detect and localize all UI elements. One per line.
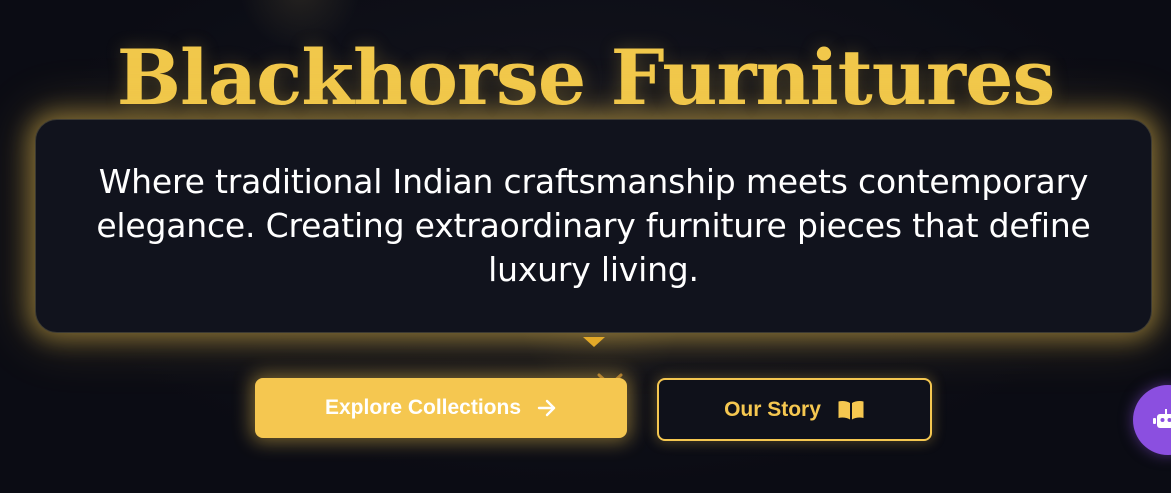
arrow-right-icon: [537, 399, 556, 417]
chatbot-button[interactable]: [1133, 385, 1171, 455]
explore-collections-button[interactable]: Explore Collections: [255, 378, 627, 438]
brand-title: Blackhorse Furnitures: [116, 33, 1055, 122]
tagline-card: Where traditional Indian craftsmanship m…: [35, 119, 1152, 333]
our-story-button[interactable]: Our Story: [657, 378, 932, 441]
our-story-label: Our Story: [724, 397, 821, 421]
tagline-card-caret: [583, 337, 605, 347]
book-open-icon: [838, 400, 864, 419]
hero-section: Blackhorse Furnitures Where traditional …: [0, 0, 1171, 493]
robot-icon: [1153, 409, 1171, 428]
explore-collections-label: Explore Collections: [324, 396, 522, 419]
tagline-text: Where traditional Indian craftsmanship m…: [96, 162, 1091, 289]
